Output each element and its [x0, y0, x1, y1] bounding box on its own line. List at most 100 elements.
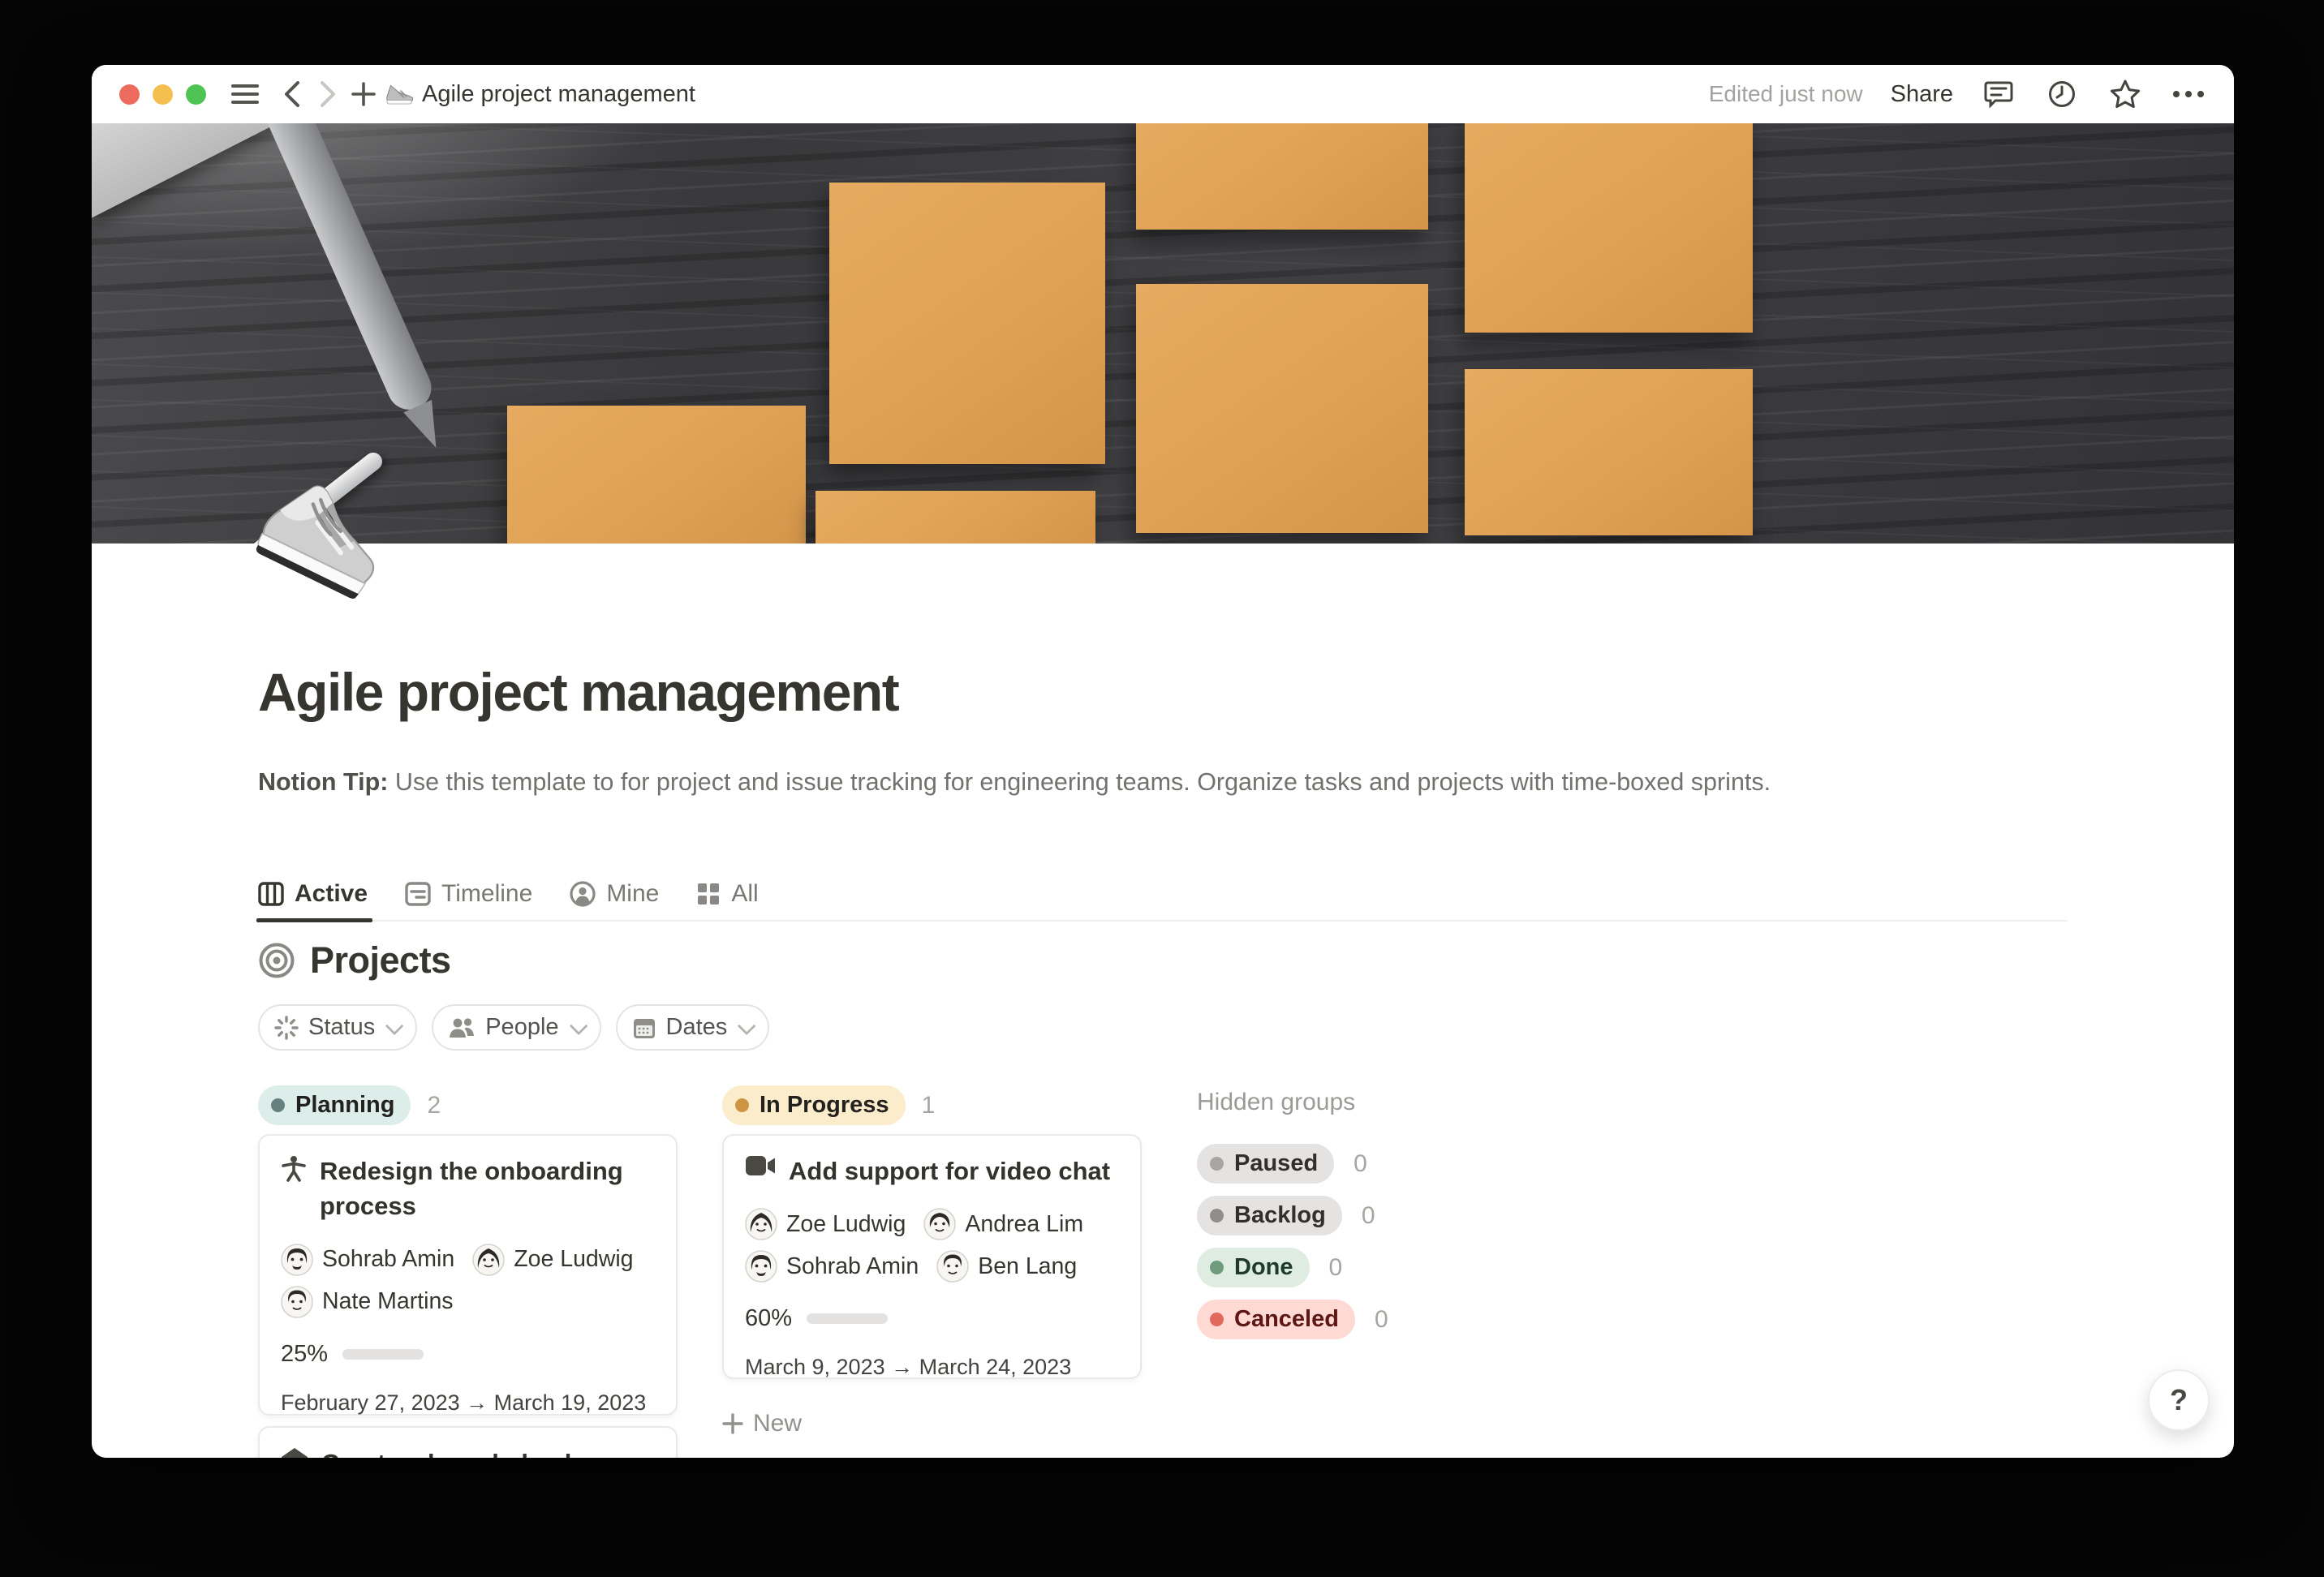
- new-card-button[interactable]: New: [722, 1410, 802, 1437]
- avatar: [472, 1244, 505, 1276]
- calendar-icon: [632, 1016, 656, 1040]
- timeline-view-icon: [405, 882, 431, 906]
- forward-icon[interactable]: [310, 76, 346, 112]
- hidden-group-done[interactable]: Done 0: [1197, 1248, 1342, 1287]
- canceled-label: Canceled: [1234, 1306, 1339, 1333]
- filter-bar: Status People Dates: [258, 1004, 769, 1051]
- sticky-note: [1136, 123, 1428, 230]
- person-chip[interactable]: Andrea Lim: [923, 1208, 1083, 1240]
- planning-group-pill: Planning: [258, 1085, 411, 1125]
- card-video-chat[interactable]: Add support for video chat Zoe Ludwig An…: [722, 1134, 1142, 1379]
- person-name: Ben Lang: [978, 1253, 1077, 1280]
- tab-timeline[interactable]: Timeline: [405, 868, 532, 920]
- person-name: Zoe Ludwig: [514, 1246, 633, 1273]
- canceled-count: 0: [1375, 1306, 1388, 1334]
- people-filter-label: People: [485, 1014, 558, 1041]
- hidden-group-canceled[interactable]: Canceled 0: [1197, 1300, 1388, 1339]
- progress-label: 60%: [745, 1305, 792, 1332]
- in-progress-label: In Progress: [760, 1092, 889, 1119]
- hidden-group-backlog[interactable]: Backlog 0: [1197, 1196, 1375, 1235]
- page-icon-sneaker[interactable]: [251, 469, 397, 607]
- hidden-group-paused[interactable]: Paused 0: [1197, 1144, 1367, 1184]
- help-button[interactable]: ?: [2148, 1369, 2210, 1431]
- people-filter-button[interactable]: People: [432, 1004, 600, 1051]
- card-people: Sohrab Amin Zoe Ludwig Nate Martins: [281, 1244, 655, 1318]
- progress-row: 25%: [281, 1341, 655, 1368]
- cover-ruler: [92, 123, 279, 218]
- history-clock-icon[interactable]: [2044, 76, 2080, 112]
- minimize-window-button[interactable]: [153, 84, 173, 105]
- sticky-note: [829, 183, 1105, 464]
- in-progress-count: 1: [922, 1092, 936, 1119]
- sticky-note: [816, 491, 1095, 544]
- new-tab-icon[interactable]: [346, 76, 381, 112]
- person-name: Zoe Ludwig: [786, 1211, 906, 1238]
- paused-label: Paused: [1234, 1150, 1318, 1177]
- avatar: [281, 1286, 313, 1318]
- back-icon[interactable]: [274, 76, 310, 112]
- avatar: [281, 1244, 313, 1276]
- comments-icon[interactable]: [1981, 76, 2016, 112]
- planning-label: Planning: [295, 1092, 394, 1119]
- zoom-window-button[interactable]: [186, 84, 206, 105]
- card-knowledge-base[interactable]: Create a knowledge base for: [258, 1426, 678, 1458]
- page-title[interactable]: Agile project management: [258, 661, 898, 723]
- card-redesign-onboarding[interactable]: Redesign the onboarding process Sohrab A…: [258, 1134, 678, 1416]
- progress-row: 60%: [745, 1305, 1119, 1332]
- close-window-button[interactable]: [119, 84, 140, 105]
- backlog-label: Backlog: [1234, 1202, 1326, 1229]
- person-view-icon: [570, 881, 596, 907]
- person-chip[interactable]: Nate Martins: [281, 1286, 454, 1318]
- favorite-star-icon[interactable]: [2107, 76, 2143, 112]
- share-button[interactable]: Share: [1891, 81, 1953, 108]
- notion-tip-label: Notion Tip:: [258, 768, 388, 796]
- done-group-pill: Done: [1197, 1248, 1310, 1287]
- paused-count: 0: [1354, 1150, 1367, 1178]
- card-date-range: February 27, 2023 → March 19, 2023: [281, 1390, 655, 1416]
- person-name: Sohrab Amin: [322, 1246, 454, 1273]
- home-book-icon: [281, 1447, 308, 1458]
- planning-column-header[interactable]: Planning 2: [258, 1085, 441, 1125]
- hidden-groups-heading: Hidden groups: [1197, 1089, 1355, 1116]
- sidebar-menu-icon[interactable]: [227, 76, 263, 112]
- person-name: Nate Martins: [322, 1288, 454, 1315]
- chevron-down-icon: [569, 1016, 587, 1035]
- person-chip[interactable]: Zoe Ludwig: [745, 1208, 906, 1240]
- tab-mine[interactable]: Mine: [570, 868, 659, 920]
- paused-group-pill: Paused: [1197, 1144, 1334, 1184]
- sticky-note: [1465, 123, 1753, 333]
- cover-image[interactable]: [92, 123, 2234, 544]
- more-options-icon[interactable]: [2171, 76, 2206, 112]
- avatar: [923, 1208, 956, 1240]
- projects-heading[interactable]: Projects: [310, 939, 451, 982]
- tab-active[interactable]: Active: [258, 868, 368, 920]
- tab-all[interactable]: All: [696, 868, 758, 920]
- board-view-icon: [258, 882, 284, 906]
- sticky-note: [1136, 284, 1428, 533]
- done-dot-icon: [1210, 1261, 1224, 1274]
- person-name: Sohrab Amin: [786, 1253, 919, 1280]
- card-title: Add support for video chat: [789, 1154, 1110, 1188]
- card-title: Redesign the onboarding process: [320, 1154, 655, 1224]
- cover-pen: [213, 123, 438, 417]
- titlebar: Agile project management Edited just now…: [92, 65, 2234, 123]
- person-chip[interactable]: Sohrab Amin: [281, 1244, 454, 1276]
- in-progress-column-header[interactable]: In Progress 1: [722, 1085, 935, 1125]
- backlog-dot-icon: [1210, 1209, 1224, 1222]
- planning-count: 2: [427, 1092, 441, 1119]
- tab-label: Active: [295, 880, 368, 908]
- chevron-down-icon: [385, 1016, 404, 1035]
- titlebar-page-title[interactable]: Agile project management: [422, 81, 695, 108]
- person-chip[interactable]: Sohrab Amin: [745, 1250, 919, 1283]
- avatar: [745, 1250, 777, 1283]
- dates-filter-button[interactable]: Dates: [616, 1004, 770, 1051]
- status-filter-button[interactable]: Status: [258, 1004, 417, 1051]
- notion-tip: Notion Tip: Use this template to for pro…: [258, 764, 2076, 801]
- paused-dot-icon: [1210, 1157, 1224, 1171]
- projects-section-header: Projects: [258, 939, 451, 982]
- status-filter-label: Status: [308, 1014, 375, 1041]
- edited-status: Edited just now: [1709, 81, 1863, 107]
- progress-bar: [807, 1313, 888, 1324]
- person-chip[interactable]: Zoe Ludwig: [472, 1244, 633, 1276]
- person-chip[interactable]: Ben Lang: [936, 1250, 1077, 1283]
